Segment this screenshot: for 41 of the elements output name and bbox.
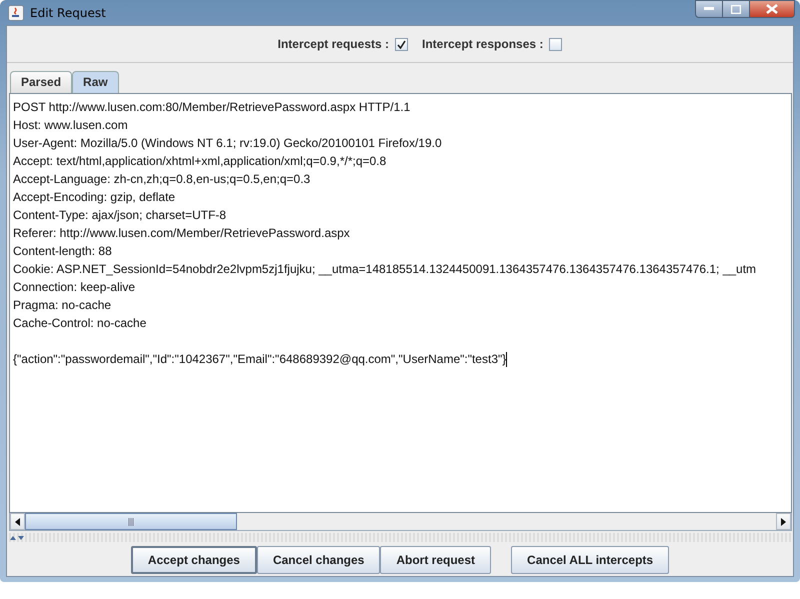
request-line: Connection: keep-alive bbox=[13, 279, 136, 296]
horizontal-scrollbar[interactable] bbox=[9, 513, 792, 531]
checkbox[interactable] bbox=[395, 38, 408, 50]
minimize-icon bbox=[704, 7, 714, 11]
request-text-area[interactable] bbox=[9, 93, 792, 513]
request-line: Pragma: no-cache bbox=[13, 297, 112, 314]
option-label: Intercept responses : bbox=[422, 37, 544, 51]
request-line: Content-Type: ajax/json; charset=UTF-8 bbox=[13, 207, 228, 224]
request-line: Accept-Encoding: gzip, deflate bbox=[13, 189, 176, 206]
right-arrow-icon bbox=[781, 518, 786, 526]
left-arrow-icon bbox=[15, 518, 20, 526]
checkbox[interactable] bbox=[549, 38, 562, 50]
maximize-icon bbox=[731, 4, 741, 14]
text-cursor bbox=[506, 352, 508, 366]
request-line: Cache-Control: no-cache bbox=[13, 315, 148, 332]
dialog-button[interactable]: Accept changes bbox=[130, 546, 257, 574]
close-icon bbox=[766, 4, 778, 14]
maximize-button[interactable] bbox=[722, 0, 750, 18]
coffee-cup-icon bbox=[8, 4, 24, 20]
request-line: User-Agent: Mozilla/5.0 (Windows NT 6.1; rv:19.0) Gecko/20100101 Firefox/19.0 bbox=[13, 135, 443, 152]
request-line: Content-length: 88 bbox=[13, 243, 113, 260]
split-arrows-icon bbox=[9, 534, 25, 540]
scroll-right-button[interactable] bbox=[776, 513, 791, 530]
request-body: {"action":"passwordemail","Id":"1042367","Email":"648689392@qq.com","UserName":"test3"} bbox=[13, 351, 506, 368]
scroll-left-button[interactable] bbox=[10, 513, 25, 530]
request-line: Cookie: ASP.NET_SessionId=54nobdr2e2lvpm5zj1fjujku; __utma=148185514.1324450091.1364357476.1364357476.1364357476.1; __utm bbox=[13, 261, 758, 278]
window-title: Edit Request bbox=[30, 6, 106, 20]
close-button[interactable] bbox=[749, 0, 795, 18]
request-line: POST http://www.lusen.com:80/Member/RetrievePassword.aspx HTTP/1.1 bbox=[13, 99, 412, 116]
tab[interactable]: Parsed bbox=[10, 71, 72, 93]
scrollbar-thumb[interactable] bbox=[25, 513, 237, 530]
request-line: Host: www.lusen.com bbox=[13, 117, 129, 134]
option-label: Intercept requests : bbox=[278, 37, 389, 51]
minimize-button[interactable] bbox=[695, 0, 723, 18]
dialog-button[interactable]: Cancel ALL intercepts bbox=[511, 546, 670, 574]
dialog-button[interactable]: Cancel changes bbox=[256, 546, 380, 574]
request-line: Accept-Language: zh-cn,zh;q=0.8,en-us;q=0.5,en;q=0.3 bbox=[13, 171, 312, 188]
tab[interactable]: Raw bbox=[72, 71, 119, 93]
request-line: Accept: text/html,application/xhtml+xml,application/xml;q=0.9,*/*;q=0.8 bbox=[13, 153, 388, 170]
dialog-button[interactable]: Abort request bbox=[380, 546, 492, 574]
request-line: Referer: http://www.lusen.com/Member/RetrievePassword.aspx bbox=[13, 225, 351, 242]
